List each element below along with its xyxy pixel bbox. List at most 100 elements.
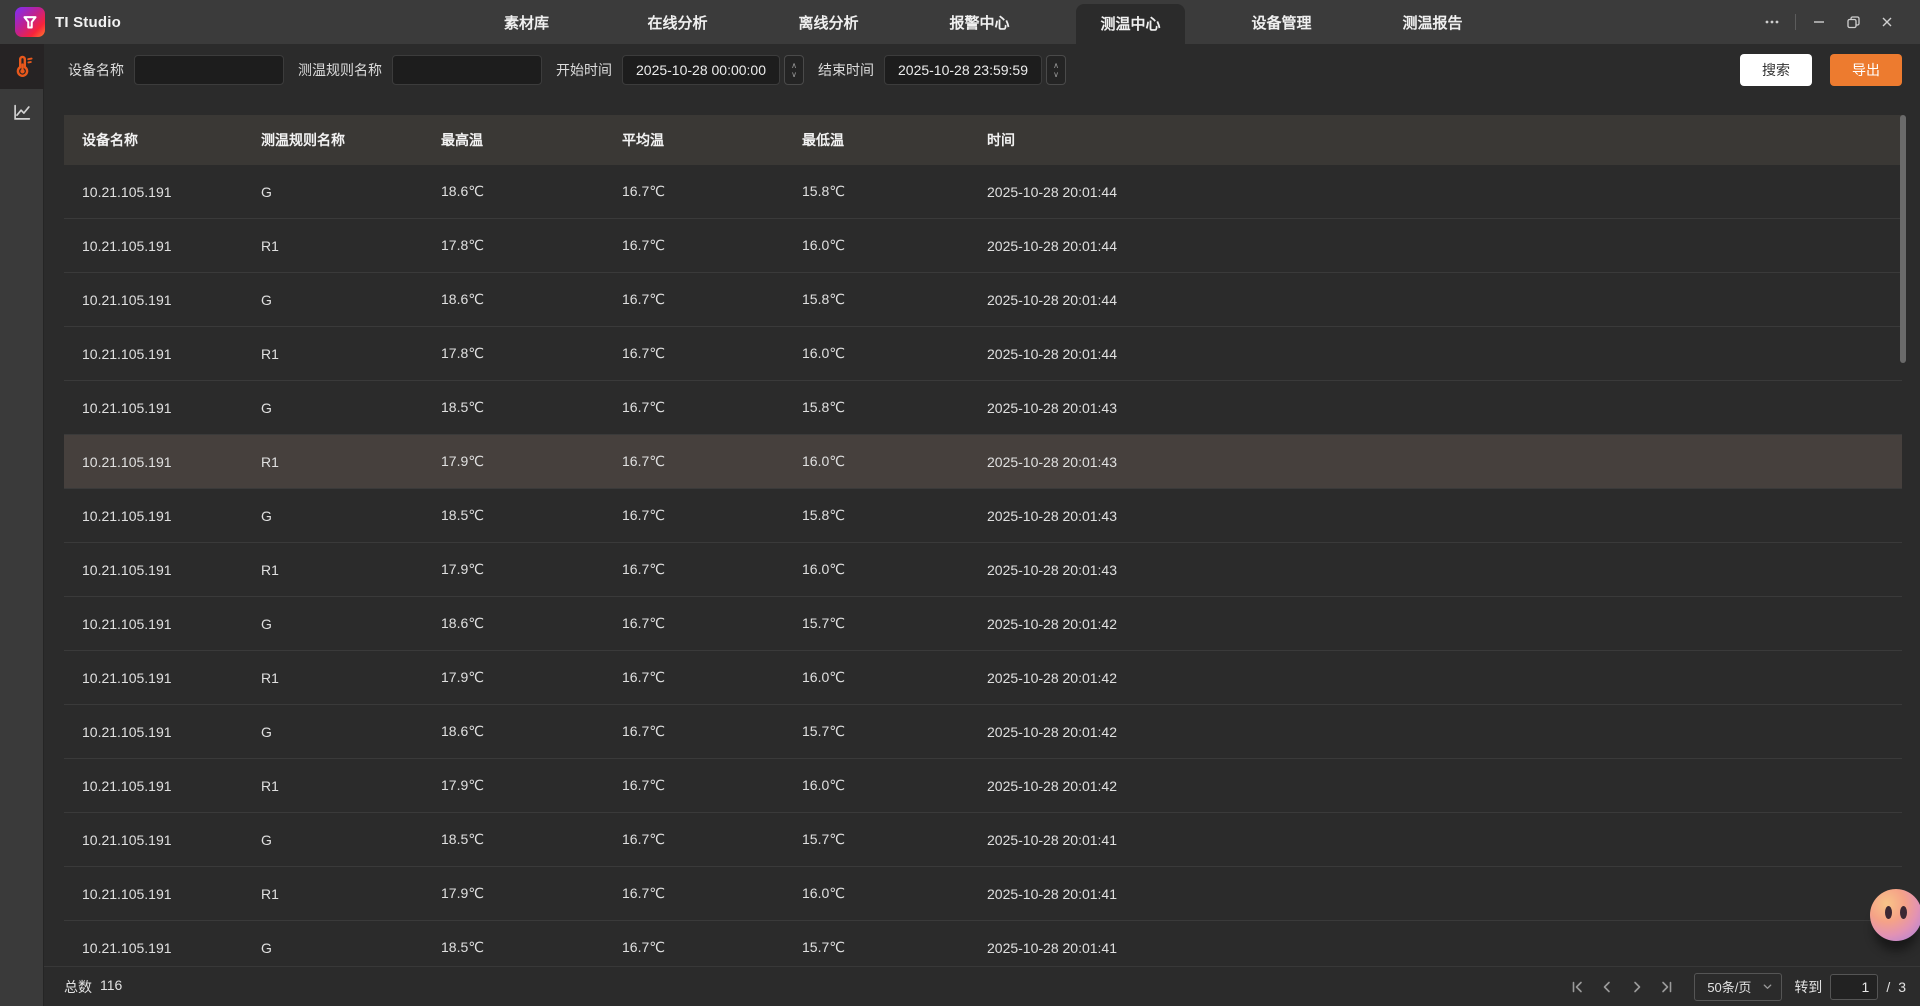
device-name-input[interactable]	[134, 55, 284, 85]
table-cell: G	[261, 940, 441, 956]
table-row[interactable]: 10.21.105.191R117.9℃16.7℃16.0℃2025-10-28…	[64, 759, 1902, 813]
table-cell: 15.7℃	[802, 831, 987, 848]
table-row[interactable]: 10.21.105.191R117.9℃16.7℃16.0℃2025-10-28…	[64, 543, 1902, 597]
table-row[interactable]: 10.21.105.191R117.8℃16.7℃16.0℃2025-10-28…	[64, 219, 1902, 273]
table-cell: 17.9℃	[441, 777, 622, 794]
last-page-icon[interactable]	[1652, 973, 1682, 1001]
end-time-input[interactable]: 2025-10-28 23:59:59	[884, 55, 1042, 85]
table-cell: 16.7℃	[622, 939, 802, 956]
minimize-icon[interactable]	[1802, 0, 1836, 44]
table-cell: 16.0℃	[802, 453, 987, 470]
more-icon[interactable]	[1755, 0, 1789, 44]
table-row[interactable]: 10.21.105.191R117.9℃16.7℃16.0℃2025-10-28…	[64, 867, 1902, 921]
table-row[interactable]: 10.21.105.191R117.8℃16.7℃16.0℃2025-10-28…	[64, 327, 1902, 381]
window-controls	[1755, 0, 1920, 44]
table-cell: 15.8℃	[802, 399, 987, 416]
tab-offline-analysis[interactable]: 离线分析	[753, 0, 904, 44]
titlebar: TI Studio 素材库在线分析离线分析报警中心测温中心设备管理测温报告	[0, 0, 1920, 44]
total-count: 总数 116	[64, 977, 122, 997]
table-cell: 2025-10-28 20:01:41	[987, 940, 1902, 956]
table-cell: 18.6℃	[441, 615, 622, 632]
table-cell: 18.5℃	[441, 831, 622, 848]
table-row[interactable]: 10.21.105.191G18.6℃16.7℃15.8℃2025-10-28 …	[64, 165, 1902, 219]
prev-page-icon[interactable]	[1592, 973, 1622, 1001]
total-pages: 3	[1898, 979, 1906, 995]
table-cell: 16.7℃	[622, 291, 802, 308]
goto-label: 转到	[1794, 977, 1822, 997]
tab-temperature-center[interactable]: 测温中心	[1055, 0, 1206, 44]
table-cell: 2025-10-28 20:01:43	[987, 454, 1902, 470]
tab-label: 测温中心	[1076, 4, 1184, 44]
close-icon[interactable]	[1870, 0, 1904, 44]
start-time-input[interactable]: 2025-10-28 00:00:00	[622, 55, 780, 85]
table-row[interactable]: 10.21.105.191R117.9℃16.7℃16.0℃2025-10-28…	[64, 435, 1902, 489]
end-time-stepper[interactable]: ∧∨	[1046, 55, 1066, 85]
table-body: 10.21.105.191G18.6℃16.7℃15.8℃2025-10-28 …	[64, 165, 1902, 966]
table-header-cell: 最高温	[441, 130, 622, 150]
results-table: 设备名称测温规则名称最高温平均温最低温时间 10.21.105.191G18.6…	[64, 115, 1902, 966]
table-cell: 16.7℃	[622, 183, 802, 200]
table-cell: 18.5℃	[441, 507, 622, 524]
table-cell: R1	[261, 238, 441, 254]
thermometer-icon	[10, 55, 34, 79]
rule-name-input[interactable]	[392, 55, 542, 85]
total-value: 116	[100, 977, 122, 997]
assistant-avatar[interactable]	[1870, 889, 1920, 941]
table-cell: 10.21.105.191	[82, 508, 261, 524]
table-cell: 10.21.105.191	[82, 670, 261, 686]
table-cell: 2025-10-28 20:01:42	[987, 778, 1902, 794]
table-cell: 10.21.105.191	[82, 832, 261, 848]
avatar-eye	[1885, 906, 1892, 919]
table-row[interactable]: 10.21.105.191G18.5℃16.7℃15.8℃2025-10-28 …	[64, 489, 1902, 543]
table-row[interactable]: 10.21.105.191G18.5℃16.7℃15.7℃2025-10-28 …	[64, 813, 1902, 867]
tab-online-analysis[interactable]: 在线分析	[602, 0, 753, 44]
sidebar-item-temperature[interactable]	[0, 44, 44, 89]
table-cell: 17.9℃	[441, 453, 622, 470]
table-cell: 18.6℃	[441, 723, 622, 740]
vertical-scrollbar[interactable]	[1900, 115, 1906, 363]
page-separator: /	[1886, 979, 1890, 995]
table-header-cell: 时间	[987, 130, 1902, 150]
chevron-down-icon	[1762, 981, 1773, 992]
sidebar-item-analysis[interactable]	[0, 89, 44, 134]
search-button[interactable]: 搜索	[1740, 54, 1812, 86]
table-cell: R1	[261, 562, 441, 578]
sidebar	[0, 44, 44, 1006]
table-row[interactable]: 10.21.105.191G18.5℃16.7℃15.7℃2025-10-28 …	[64, 921, 1902, 966]
table-row[interactable]: 10.21.105.191G18.6℃16.7℃15.7℃2025-10-28 …	[64, 597, 1902, 651]
tab-material-library[interactable]: 素材库	[451, 0, 602, 44]
tab-device-management[interactable]: 设备管理	[1206, 0, 1357, 44]
table-cell: 2025-10-28 20:01:44	[987, 184, 1902, 200]
table-row[interactable]: 10.21.105.191R117.9℃16.7℃16.0℃2025-10-28…	[64, 651, 1902, 705]
table-header-cell: 最低温	[802, 130, 987, 150]
goto-page-input[interactable]	[1830, 974, 1878, 1000]
table-cell: 16.7℃	[622, 723, 802, 740]
window-controls-divider	[1795, 14, 1796, 30]
table-row[interactable]: 10.21.105.191G18.6℃16.7℃15.8℃2025-10-28 …	[64, 273, 1902, 327]
table-cell: 16.7℃	[622, 507, 802, 524]
table-cell: 18.5℃	[441, 939, 622, 956]
table-cell: 10.21.105.191	[82, 940, 261, 956]
table-header-cell: 设备名称	[82, 130, 261, 150]
table-cell: G	[261, 292, 441, 308]
table-cell: 16.7℃	[622, 831, 802, 848]
table-cell: R1	[261, 778, 441, 794]
table-row[interactable]: 10.21.105.191G18.5℃16.7℃15.8℃2025-10-28 …	[64, 381, 1902, 435]
table-cell: 17.9℃	[441, 669, 622, 686]
table-cell: 18.6℃	[441, 183, 622, 200]
start-time-stepper[interactable]: ∧∨	[784, 55, 804, 85]
tab-label: 离线分析	[774, 4, 882, 41]
first-page-icon[interactable]	[1562, 973, 1592, 1001]
table-cell: 10.21.105.191	[82, 346, 261, 362]
restore-icon[interactable]	[1836, 0, 1870, 44]
export-button[interactable]: 导出	[1830, 54, 1902, 86]
table-cell: 16.7℃	[622, 345, 802, 362]
tab-label: 测温报告	[1378, 4, 1486, 41]
next-page-icon[interactable]	[1622, 973, 1652, 1001]
table-row[interactable]: 10.21.105.191G18.6℃16.7℃15.7℃2025-10-28 …	[64, 705, 1902, 759]
table-cell: G	[261, 724, 441, 740]
tab-alarm-center[interactable]: 报警中心	[904, 0, 1055, 44]
tab-temperature-report[interactable]: 测温报告	[1357, 0, 1508, 44]
main-content: 设备名称 测温规则名称 开始时间 2025-10-28 00:00:00 ∧∨ …	[44, 44, 1920, 1006]
page-size-select[interactable]: 50条/页	[1694, 973, 1782, 1001]
